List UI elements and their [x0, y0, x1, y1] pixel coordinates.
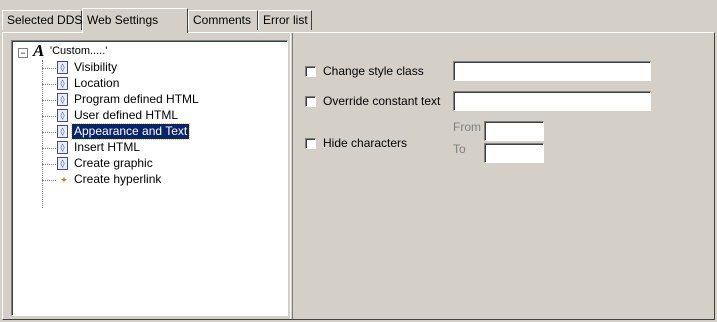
tree-item-label[interactable]: Location — [72, 76, 121, 91]
tree-item-label[interactable]: Insert HTML — [72, 140, 142, 155]
tab-error-list[interactable]: Error list — [258, 10, 312, 30]
to-label: To — [453, 142, 466, 156]
tree-item-label[interactable]: Visibility — [72, 60, 119, 75]
panel-splitter[interactable] — [290, 33, 293, 319]
style-class-input[interactable] — [453, 61, 651, 81]
tab-web-settings[interactable]: Web Settings — [82, 8, 188, 33]
change-style-class-checkbox[interactable] — [305, 66, 316, 77]
html-tag-icon: ◊ — [57, 125, 68, 138]
html-tag-icon: ◊ — [57, 141, 68, 154]
tab-selected-dds[interactable]: Selected DDS — [2, 10, 82, 30]
tree-connector — [42, 132, 56, 133]
hide-from-input[interactable] — [484, 121, 544, 141]
tree-connector — [42, 164, 56, 165]
tree-item-label[interactable]: Create graphic — [72, 156, 155, 171]
from-label: From — [453, 120, 481, 134]
tree-connector — [42, 100, 56, 101]
collapse-icon[interactable]: − — [18, 48, 28, 58]
tree-connector — [42, 84, 56, 85]
html-tag-icon: ◊ — [57, 77, 68, 90]
html-tag-icon: ◊ — [57, 109, 68, 122]
hide-characters-checkbox[interactable] — [305, 138, 316, 149]
tab-comments[interactable]: Comments — [188, 10, 258, 30]
tree-item-label[interactable]: Create hyperlink — [72, 172, 163, 187]
hide-to-input[interactable] — [484, 143, 544, 163]
tree-root-label[interactable]: 'Custom.....' — [50, 45, 107, 57]
override-constant-text-label[interactable]: Override constant text — [323, 94, 440, 108]
custom-object-icon: A — [33, 41, 45, 60]
change-style-class-label[interactable]: Change style class — [323, 64, 424, 78]
html-tag-icon: ◊ — [57, 157, 68, 170]
tree-item-label[interactable]: User defined HTML — [72, 108, 180, 123]
tree-item-label[interactable]: Program defined HTML — [72, 92, 201, 107]
html-tag-icon: ◊ — [57, 61, 68, 74]
tree-connector — [42, 60, 43, 208]
tree-connector — [42, 68, 56, 69]
constant-text-input[interactable] — [453, 91, 651, 111]
tree-connector — [42, 116, 56, 117]
settings-tree[interactable]: − A 'Custom.....' ◊ Visibility ◊ Locatio… — [11, 40, 288, 316]
tree-connector — [42, 148, 56, 149]
tree-item-label[interactable]: Appearance and Text — [70, 123, 191, 140]
tree-connector — [42, 180, 56, 181]
hyperlink-icon: ✦ — [60, 172, 68, 186]
hide-characters-label[interactable]: Hide characters — [323, 136, 407, 150]
override-constant-text-checkbox[interactable] — [305, 96, 316, 107]
web-settings-panel: − A 'Custom.....' ◊ Visibility ◊ Locatio… — [2, 32, 715, 320]
html-tag-icon: ◊ — [57, 93, 68, 106]
